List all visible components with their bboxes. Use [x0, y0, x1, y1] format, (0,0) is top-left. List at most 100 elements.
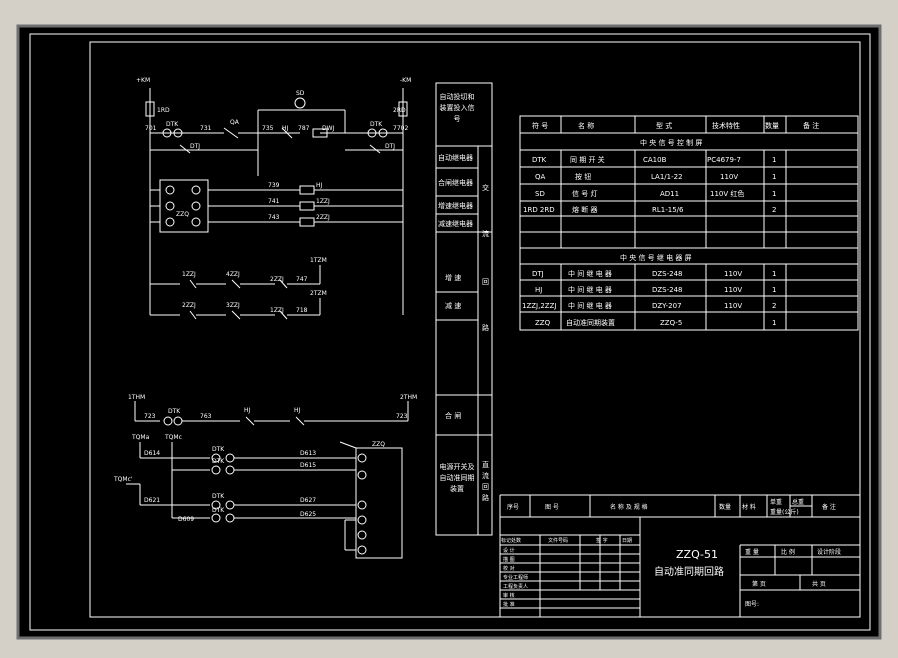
section-power-box: 电源开关及自动准同期装置 — [439, 463, 475, 493]
lamp-label: SD — [296, 90, 305, 97]
tqmc-label: TQMc — [164, 434, 182, 441]
tqma-label: TQMa — [131, 434, 150, 441]
tb-h-code: 图 号 — [545, 504, 559, 511]
eq-s3-c3: DZY-207 — [652, 302, 682, 310]
eq-r1-c1: DTK — [532, 156, 547, 164]
tb-h-total: 总重 — [792, 498, 804, 506]
eq-r4-c3: RL1-15/6 — [652, 206, 684, 214]
tb-rev-sign: 签 字 — [596, 537, 608, 544]
eq-r2-c5: 1 — [772, 173, 776, 181]
section-close: 合 闸 — [445, 411, 461, 420]
section-inc-relay: 增速继电器 — [438, 201, 473, 210]
section-dec: 减 速 — [445, 301, 461, 310]
node-1tzm: 1TZM — [310, 257, 327, 264]
tb-h-unit: 单重 — [770, 498, 782, 506]
neg-bus-label: -KM — [400, 77, 411, 84]
section-inc: 增 速 — [445, 273, 461, 282]
eq-s3-c4: 110V — [724, 302, 742, 310]
node-2thm: 2THM — [400, 394, 417, 401]
node-d615: D615 — [300, 462, 316, 469]
eq-h-note: 备 注 — [803, 121, 819, 130]
hj-close-1-label: HJ — [244, 407, 251, 414]
tb-h-weight: 重量(公斤) — [770, 508, 799, 516]
node-743: 743 — [268, 214, 280, 221]
eq-r3-c5: 1 — [772, 190, 776, 198]
dec-1zzj-label: 1ZZJ — [270, 307, 284, 314]
node-739: 739 — [268, 182, 280, 189]
eq-s2-c3: DZS-248 — [652, 286, 683, 294]
eq-h-name: 名 称 — [578, 121, 594, 130]
eq-r2-c3: LA1/1-22 — [651, 173, 683, 181]
node-d621: D621 — [144, 497, 160, 504]
node-735: 735 — [262, 125, 274, 132]
section-auto-relay: 自动继电器 — [438, 153, 473, 162]
hj-close-2-label: HJ — [294, 407, 301, 414]
eq-s1-c4: 110V — [724, 270, 742, 278]
eq-r2-c1: QA — [535, 173, 546, 181]
eq-s4-c2: 自动准同期装置 — [566, 318, 615, 327]
node-723: 723 — [144, 413, 156, 420]
node-763: 763 — [200, 413, 212, 420]
pos-bus-label: +KM — [136, 77, 150, 84]
dec-3zzj-label: 3ZZJ — [226, 302, 240, 309]
tb-drawing-no: ZZQ-51 — [676, 548, 718, 561]
dwj-label: DWJ — [322, 125, 335, 132]
node-1thm: 1THM — [128, 394, 145, 401]
tb-role-3: 校 对 — [503, 565, 515, 572]
node-d609: D609 — [178, 516, 194, 523]
tb-h-note: 备 注 — [822, 503, 836, 511]
side-ac-3: 回 — [482, 278, 489, 286]
eq-s3-c2: 中 间 继 电 器 — [568, 301, 612, 310]
node-2tzm: 2TZM — [310, 290, 327, 297]
zzj1-coil-label: 1ZZJ — [316, 198, 330, 205]
eq-s4-c3: ZZQ-5 — [660, 319, 682, 327]
fuse-left-label: 1RD — [157, 107, 170, 114]
eq-r1-c3: CA10B — [643, 156, 667, 164]
tb-h-seq: 序号 — [507, 503, 519, 511]
node-787: 787 — [298, 125, 310, 132]
fuse-right-label: 2RD — [393, 107, 406, 114]
section-power: 电源开关及自动准同期装置 — [439, 463, 475, 493]
tb-role-2: 描 图 — [503, 556, 515, 563]
node-d625: D625 — [300, 511, 316, 518]
eq-s3-c5: 2 — [772, 302, 776, 310]
eq-h-spec: 技术特性 — [712, 121, 740, 130]
eq-s3-c1: 1ZZJ,2ZZJ — [522, 302, 556, 310]
dtj-right-label: DTJ — [385, 143, 395, 150]
section-auto: 自动投切和装置投入信号 — [439, 93, 475, 123]
eq-s2-c2: 中 间 继 电 器 — [568, 285, 612, 294]
eq-s4-c5: 1 — [772, 319, 776, 327]
tb-col-scale: 比 例 — [781, 548, 795, 556]
node-718: 718 — [296, 307, 308, 314]
section-auto-box: 自动投切和装置投入信号 — [439, 93, 475, 123]
node-731: 731 — [200, 125, 212, 132]
eq-s4-c1: ZZQ — [535, 319, 551, 327]
dtk-close-label: DTK — [168, 408, 181, 415]
zzq-label: ZZQ — [176, 211, 189, 218]
tb-col-weight: 重 量 — [745, 548, 759, 556]
eq-r3-c4: 110V 红色 — [710, 189, 744, 198]
tqmc-prime-label: TQMc' — [113, 476, 133, 483]
eq-group2: 中 央 信 号 继 电 器 屏 — [620, 253, 692, 262]
tb-h-qty: 数量 — [719, 503, 731, 511]
eq-s1-c1: DTJ — [532, 270, 544, 278]
dtk-r2-label: DTK — [212, 458, 225, 465]
section-dec-relay: 减速继电器 — [438, 219, 473, 228]
node-d627: D627 — [300, 497, 316, 504]
dtk-right-label: DTK — [370, 121, 383, 128]
eq-r3-c2: 信 号 灯 — [572, 189, 597, 198]
tb-figno: 图号: — [745, 601, 759, 608]
eq-s2-c1: HJ — [535, 286, 542, 294]
node-723-right: 723 — [396, 413, 408, 420]
tb-rev-file: 文件号码 — [548, 537, 568, 544]
qa-label: QA — [230, 119, 240, 126]
tb-role-7: 批 准 — [503, 601, 515, 608]
tb-rev-date: 日期 — [622, 538, 632, 544]
tb-role-5: 工程负责人 — [503, 583, 528, 590]
side-dc: 直流回路 — [482, 461, 489, 502]
node-701: 701 — [145, 125, 157, 132]
eq-s1-c5: 1 — [772, 270, 776, 278]
tb-col-stage: 设计阶段 — [817, 548, 841, 556]
node-747: 747 — [296, 276, 308, 283]
tb-h-name: 名 称 及 规 格 — [610, 503, 648, 511]
